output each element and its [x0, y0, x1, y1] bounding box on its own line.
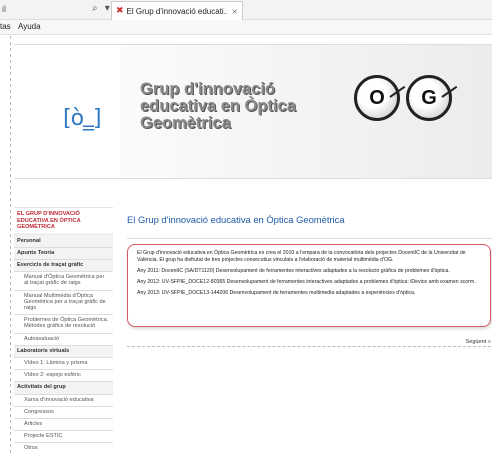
tab-title: El Grup d'innovació educati... — [126, 6, 228, 16]
sidebar-item[interactable]: Activitats del grup — [14, 382, 113, 395]
intro-box: El Grup d'innovació educativa en Òptica … — [127, 244, 491, 327]
menu-bar: tas Ayuda — [0, 20, 492, 35]
site-title-line: educativa en Òptica — [140, 97, 296, 115]
sidebar-item[interactable]: Problemes de Òptica Geomètrica. Mètodes … — [14, 315, 113, 334]
next-page-link[interactable]: Següent » — [465, 339, 491, 345]
sidebar-item[interactable]: Congressos — [14, 406, 113, 419]
site-title: Grup d'innovació educativa en Òptica Geo… — [140, 81, 296, 132]
page-left-border — [10, 36, 11, 453]
eye-letter: G — [421, 86, 437, 109]
eye-letter: O — [369, 86, 385, 109]
sidebar-item[interactable]: Otros — [14, 443, 113, 453]
web-page: [ò‗] Grup d'innovació educativa en Òptic… — [0, 36, 492, 453]
site-title-line: Geomètrica — [140, 114, 231, 132]
sidebar-item[interactable]: Autoavaluació — [14, 333, 113, 346]
browser-toolbar: il ⌕ ▾ ≣ ↻ ✖ El Grup d'innovació educati… — [0, 0, 492, 20]
eye-g-icon: G — [406, 75, 458, 121]
project-2011: Any 2011: DocentIC (SA/DT1120) Desenvolu… — [137, 268, 450, 274]
site-title-line: Grup d'innovació — [140, 80, 276, 98]
sidebar-item[interactable]: Apunts Teoria — [14, 247, 113, 260]
sidebar-item[interactable]: Vídeo 1: Làmina y prisma — [14, 357, 113, 371]
pagination: Següent » — [127, 339, 491, 347]
sidebar-item[interactable]: Vídeo 2: espejo esfèric — [14, 370, 113, 383]
site-favicon-icon: ✖ — [116, 6, 124, 16]
page-title: El Grup d'innovació educativa en Òptica … — [127, 214, 345, 225]
sidebar-item[interactable]: Laboratoris virtuals — [14, 345, 113, 358]
menu-item-help[interactable]: Ayuda — [18, 22, 41, 31]
eye-o-icon: O — [354, 75, 406, 121]
sidebar-item[interactable]: Projecte ESTIC — [14, 431, 113, 444]
menu-item-tools[interactable]: tas — [0, 22, 11, 31]
sidebar-item[interactable]: Articles — [14, 418, 113, 432]
sidebar-header: EL GRUP D'INNOVACIÓ EDUCATIVA EN ÒPTICA … — [14, 207, 113, 233]
intro-paragraph: El Grup d'innovació educativa en Òptica … — [137, 250, 466, 263]
sidebar-item[interactable]: Manual Multimèdia d'Òptica Geomètrica pe… — [14, 290, 113, 316]
sidebar-item[interactable]: Manual d'Òptica Geomètrica per al traçat… — [14, 272, 113, 291]
sidebar-item[interactable]: Exercicis de traçat gràfic — [14, 259, 113, 273]
title-divider — [127, 238, 492, 239]
browser-tab[interactable]: ✖ El Grup d'innovació educati... × — [111, 1, 243, 20]
sidebar-item[interactable]: Personal — [14, 235, 113, 248]
project-2012: Any 2012: UV-SFPIE_DOCE12-80365 Desenvol… — [137, 279, 476, 285]
site-logo-icon[interactable]: [ò‗] — [63, 106, 102, 131]
sidebar-nav: EL GRUP D'INNOVACIÓ EDUCATIVA EN ÒPTICA … — [14, 207, 113, 453]
sidebar-item[interactable]: Xarxa d'innovació educativa — [14, 394, 113, 407]
close-tab-icon[interactable]: × — [231, 7, 238, 16]
project-2013: Any 2013: UV-SFPIE_DOCE13-144206 Desenvo… — [137, 290, 416, 296]
sidebar-items: Personal Apunts Teoria Exercicis de traçat… — [14, 235, 113, 453]
site-banner: [ò‗] Grup d'innovació educativa en Òptic… — [14, 44, 492, 179]
address-bar[interactable]: il — [2, 4, 6, 14]
